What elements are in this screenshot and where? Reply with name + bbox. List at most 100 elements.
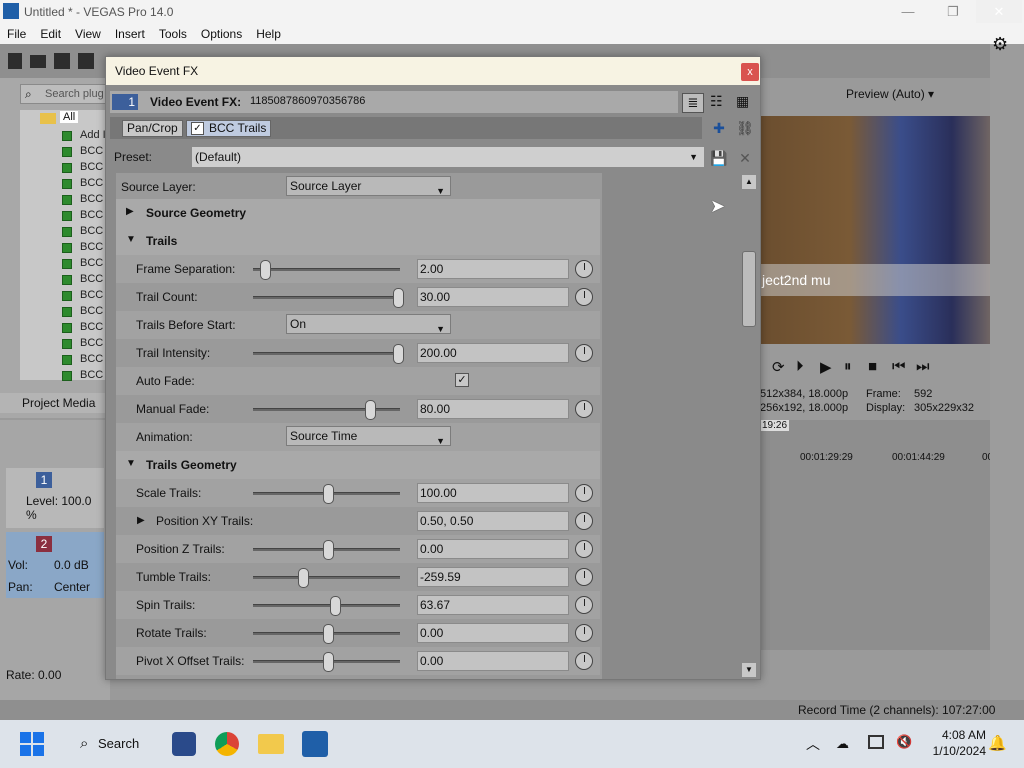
audio-track-2[interactable]: 2 Vol: 0.0 dB Pan: Center (6, 532, 104, 598)
section-trails-geometry[interactable]: ▼ Trails Geometry (116, 451, 600, 479)
tree-item[interactable]: BCC (20, 192, 106, 208)
grid-view-icon[interactable]: ▦ (736, 93, 749, 110)
chrome-icon[interactable] (215, 732, 239, 756)
menu-file[interactable]: File (0, 27, 33, 41)
video-track-1[interactable]: 1 Level: 100.0 % (6, 468, 104, 528)
tree-item[interactable]: BCC (20, 320, 106, 336)
keyframe-clock-icon[interactable] (575, 568, 593, 586)
tree-item[interactable]: BCC (20, 336, 106, 352)
param-slider[interactable] (253, 352, 400, 355)
list-view-icon[interactable]: ≣ (682, 93, 704, 113)
file-explorer-icon[interactable] (258, 734, 284, 754)
animation-dropdown[interactable]: Source Time ▼ (286, 426, 451, 446)
tree-item[interactable]: BCC (20, 272, 106, 288)
menu-insert[interactable]: Insert (108, 27, 152, 41)
param-value-field[interactable]: 0.50, 0.50 (417, 511, 569, 531)
play-icon[interactable]: ▶ (820, 358, 832, 376)
param-value-field[interactable]: 200.00 (417, 343, 569, 363)
keyframe-clock-icon[interactable] (575, 400, 593, 418)
tree-item[interactable]: BCC (20, 240, 106, 256)
maximize-button[interactable]: ❐ (930, 0, 976, 23)
menu-edit[interactable]: Edit (33, 27, 68, 41)
param-value-field[interactable]: 2.00 (417, 259, 569, 279)
param-value-field[interactable]: 63.67 (417, 595, 569, 615)
chain-item-bcc-trails[interactable]: ✓ BCC Trails (186, 120, 272, 137)
play-from-start-icon[interactable]: ⏵ (796, 358, 804, 375)
slider-thumb[interactable] (323, 652, 334, 672)
tree-item[interactable]: BCC (20, 144, 106, 160)
plugin-search-input[interactable]: ⌕ Search plug (20, 84, 106, 104)
slider-thumb[interactable] (365, 400, 376, 420)
loop-icon[interactable]: ⟳ (772, 358, 785, 376)
scrollbar-thumb[interactable] (742, 251, 756, 327)
tree-root-label[interactable]: All (60, 111, 79, 123)
dialog-close-button[interactable]: x (741, 63, 759, 81)
slider-thumb[interactable] (297, 568, 309, 588)
param-value-field[interactable]: 0.00 (417, 623, 569, 643)
param-value-field[interactable]: 0.00 (417, 651, 569, 671)
timeline[interactable]: 19:26 00:01:29:29 00:01:44:29 00:0 (760, 420, 1006, 650)
keyframe-clock-icon[interactable] (575, 540, 593, 558)
param-slider[interactable] (253, 296, 400, 299)
tree-item[interactable]: BCC (20, 352, 106, 368)
keyframe-clock-icon[interactable] (575, 344, 593, 362)
keyframe-clock-icon[interactable] (575, 624, 593, 642)
stop-icon[interactable]: ■ (868, 358, 877, 375)
source-layer-dropdown[interactable]: Source Layer ▼ (286, 176, 451, 196)
section-source-geometry[interactable]: ▶ Source Geometry (116, 199, 600, 227)
vegas-taskbar-icon[interactable] (302, 731, 328, 757)
plugin-chain-icon[interactable]: ⛓ (736, 119, 754, 137)
slider-thumb[interactable] (393, 344, 404, 364)
slider-thumb[interactable] (260, 260, 271, 280)
keyframe-clock-icon[interactable] (575, 288, 593, 306)
save-icon[interactable] (54, 53, 70, 69)
menu-options[interactable]: Options (194, 27, 249, 41)
tree-item[interactable]: BCC (20, 256, 106, 272)
expand-icon[interactable]: ▶ (137, 515, 145, 526)
menu-help[interactable]: Help (249, 27, 288, 41)
tree-item[interactable]: BCC (20, 368, 106, 384)
keyframe-clock-icon[interactable] (575, 596, 593, 614)
param-value-field[interactable]: 0.00 (417, 539, 569, 559)
speaker-muted-icon[interactable]: 🔇 (896, 734, 912, 750)
tree-item[interactable]: BCC (20, 304, 106, 320)
tree-item[interactable]: BCC (20, 160, 106, 176)
detail-view-icon[interactable]: ☷ (710, 93, 723, 110)
taskbar-search[interactable]: ⌕ Search (70, 730, 154, 758)
windows-start-icon[interactable] (20, 732, 44, 756)
keyframe-clock-icon[interactable] (575, 652, 593, 670)
checkbox-icon[interactable]: ✓ (191, 122, 204, 135)
chevron-up-icon[interactable]: ︿ (806, 734, 820, 754)
save-as-icon[interactable] (78, 53, 94, 69)
video-preview[interactable]: ject2nd mu (760, 116, 1016, 344)
slider-thumb[interactable] (330, 596, 341, 616)
param-value-field[interactable]: 100.00 (417, 483, 569, 503)
tree-item[interactable]: Add I (20, 128, 106, 144)
gear-icon[interactable]: ⚙ (992, 34, 1008, 55)
param-value-field[interactable]: -259.59 (417, 567, 569, 587)
next-frame-icon[interactable]: ⏭ (916, 358, 930, 375)
tree-item[interactable]: BCC (20, 288, 106, 304)
plugin-tree[interactable]: All Add I BCC BCC BCC BCC BCC BCC BCC BCC BCC BCC B… (20, 110, 106, 381)
param-slider[interactable] (253, 408, 400, 411)
scroll-up-icon[interactable]: ▲ (742, 175, 756, 189)
close-window-button[interactable]: ✕ (976, 0, 1022, 23)
params-scrollbar[interactable]: ▲ ▼ (740, 175, 758, 679)
slider-thumb[interactable] (393, 288, 404, 308)
add-fx-icon[interactable]: ✚ (710, 119, 728, 137)
notification-bell-icon[interactable]: 🔔 (988, 734, 1007, 752)
tree-item[interactable]: BCC (20, 208, 106, 224)
open-folder-icon[interactable] (30, 55, 46, 68)
delete-preset-icon[interactable]: ✕ (736, 149, 754, 167)
param-slider[interactable] (253, 576, 400, 579)
minimize-button[interactable]: — (885, 0, 931, 23)
chain-item-pan-crop[interactable]: Pan/Crop (122, 120, 183, 137)
premiere-icon[interactable] (172, 732, 196, 756)
previous-frame-icon[interactable]: ⏮ (892, 358, 906, 375)
keyframe-clock-icon[interactable] (575, 260, 593, 278)
menu-view[interactable]: View (68, 27, 108, 41)
param-slider[interactable] (253, 268, 400, 271)
pause-icon[interactable]: ⏸ (844, 358, 852, 375)
preview-mode-dropdown[interactable]: Preview (Auto) ▾ (846, 87, 946, 101)
display-icon[interactable] (868, 735, 884, 749)
